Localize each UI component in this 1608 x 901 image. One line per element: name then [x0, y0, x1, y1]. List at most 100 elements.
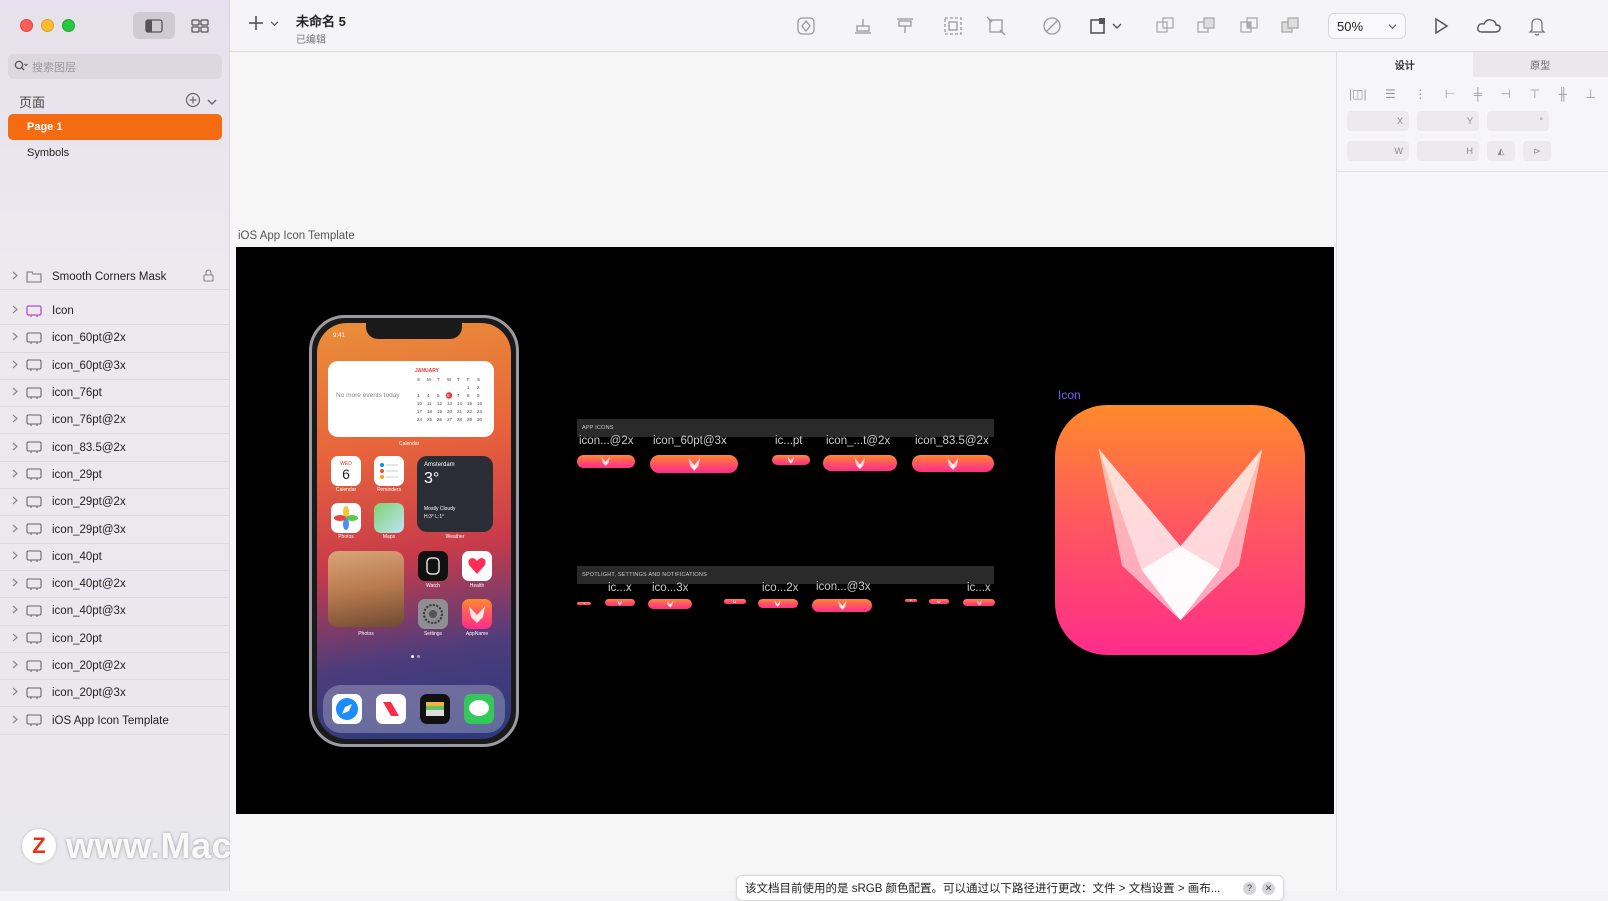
insert-button[interactable] [248, 15, 279, 31]
align-top-icon[interactable]: ⊤ [1530, 87, 1540, 101]
flip-horizontal-icon[interactable]: ◭ [1487, 141, 1515, 161]
zoom-window-button[interactable] [62, 19, 75, 32]
layer-search-input[interactable]: 搜索图层 [8, 54, 222, 79]
layer-row[interactable]: icon_40pt@3x [0, 598, 230, 625]
rotation-field[interactable]: ° [1487, 111, 1549, 131]
app-icon-tile[interactable] [929, 599, 949, 604]
add-page-icon[interactable] [185, 92, 201, 111]
chevron-right-icon[interactable] [12, 414, 24, 426]
zoom-select[interactable]: 50% [1328, 13, 1406, 39]
artboard-title[interactable]: iOS App Icon Template [238, 230, 355, 242]
align-center-icon[interactable]: ╪ [1474, 87, 1483, 101]
app-icon-tile[interactable] [758, 599, 798, 608]
scale-icon[interactable] [942, 15, 964, 37]
boolean-menu-icon[interactable] [1088, 15, 1124, 37]
chevron-right-icon[interactable] [12, 496, 24, 508]
layer-row[interactable]: icon_29pt@3x [0, 516, 230, 543]
chevron-right-icon[interactable] [12, 605, 24, 617]
chevron-right-icon[interactable] [12, 332, 24, 344]
chevron-right-icon[interactable] [12, 660, 24, 672]
align-left-icon[interactable]: ⊢ [1445, 87, 1455, 101]
artboard-ios-app-icon-template[interactable]: 9:41 No more events today JANUARY SMTWTF… [236, 247, 1334, 814]
layer-row[interactable]: icon_83.5@2x [0, 434, 230, 461]
app-icon-tile[interactable] [648, 599, 692, 609]
close-window-button[interactable] [20, 19, 33, 32]
chevron-right-icon[interactable] [12, 469, 24, 481]
align-bottom-icon[interactable] [852, 15, 874, 37]
close-icon[interactable]: ✕ [1262, 882, 1275, 895]
align-top-icon[interactable] [894, 15, 916, 37]
app-icon-tile[interactable] [812, 599, 872, 612]
x-field[interactable]: X [1347, 111, 1409, 131]
tab-prototype[interactable]: 原型 [1473, 52, 1608, 77]
more-icon[interactable]: ⋮ [1414, 87, 1426, 101]
layer-row[interactable]: Smooth Corners Mask [0, 264, 230, 290]
layer-row[interactable]: icon_29pt@2x [0, 489, 230, 516]
align-right-icon[interactable]: ⊣ [1501, 87, 1511, 101]
layer-row[interactable]: icon_40pt@2x [0, 571, 230, 598]
artboard-icon [26, 495, 44, 509]
layer-row[interactable]: icon_20pt@3x [0, 680, 230, 707]
app-icon-tile[interactable] [772, 455, 810, 465]
width-field[interactable]: W [1347, 141, 1409, 161]
distribute-horizontal-icon[interactable]: |◫| [1349, 87, 1367, 101]
bell-icon[interactable] [1526, 15, 1548, 37]
app-icon-tile[interactable] [912, 455, 994, 472]
subtract-icon[interactable] [1195, 15, 1217, 37]
chevron-right-icon[interactable] [12, 387, 24, 399]
app-icon-tile[interactable] [577, 602, 591, 605]
layer-row[interactable]: icon_76pt [0, 380, 230, 407]
app-icon-tile[interactable] [650, 455, 738, 473]
chevron-right-icon[interactable] [12, 687, 24, 699]
sidebar-icon[interactable] [133, 12, 175, 39]
app-icon-tile[interactable] [905, 599, 917, 602]
layer-row[interactable]: icon_29pt [0, 462, 230, 489]
layer-row[interactable]: icon_20pt@2x [0, 653, 230, 680]
chevron-right-icon[interactable] [12, 442, 24, 454]
play-icon[interactable] [1430, 15, 1452, 37]
layer-row[interactable]: icon_76pt@2x [0, 407, 230, 434]
align-middle-icon[interactable]: ╫ [1559, 87, 1568, 101]
app-icon-tile[interactable] [577, 455, 635, 468]
align-bottom-icon[interactable]: ⊥ [1585, 87, 1595, 101]
height-field[interactable]: H [1417, 141, 1479, 161]
app-icon-tile[interactable] [1055, 405, 1305, 655]
app-icon-tile[interactable] [605, 599, 635, 606]
tab-design[interactable]: 设计 [1337, 52, 1473, 77]
layer-row[interactable]: icon_60pt@2x [0, 325, 230, 352]
union-icon[interactable] [1154, 15, 1176, 37]
chevron-right-icon[interactable] [12, 633, 24, 645]
flip-vertical-icon[interactable]: ⊳ [1523, 141, 1551, 161]
grid-view-icon[interactable] [179, 12, 221, 39]
lock-icon[interactable] [203, 269, 214, 285]
layer-row[interactable]: icon_60pt@3x [0, 353, 230, 380]
chevron-right-icon[interactable] [12, 578, 24, 590]
canvas[interactable]: iOS App Icon Template 9:41 No more event… [230, 52, 1336, 891]
page-item-page-1[interactable]: Page 1 [8, 114, 222, 140]
y-field[interactable]: Y [1417, 111, 1479, 131]
page-item-symbols[interactable]: Symbols [8, 140, 222, 166]
layer-row[interactable]: icon_40pt [0, 544, 230, 571]
chevron-right-icon[interactable] [12, 360, 24, 372]
app-icon-tile[interactable] [823, 455, 897, 471]
layer-row[interactable]: iOS App Icon Template [0, 707, 230, 734]
create-symbol-icon[interactable] [795, 15, 817, 37]
distribute-vertical-icon[interactable]: ☰ [1385, 87, 1396, 101]
edit-path-icon[interactable] [1041, 15, 1063, 37]
transform-icon[interactable] [985, 15, 1007, 37]
chevron-right-icon[interactable] [12, 305, 24, 317]
intersect-icon[interactable] [1238, 15, 1260, 37]
chevron-right-icon[interactable] [12, 271, 24, 283]
app-icon-tile[interactable] [724, 599, 746, 604]
cloud-icon[interactable] [1475, 15, 1503, 37]
layer-row[interactable]: icon_20pt [0, 626, 230, 653]
app-icon-tile[interactable] [963, 599, 995, 606]
chevron-right-icon[interactable] [12, 524, 24, 536]
minimize-window-button[interactable] [41, 19, 54, 32]
chevron-right-icon[interactable] [12, 715, 24, 727]
chevron-right-icon[interactable] [12, 551, 24, 563]
difference-icon[interactable] [1279, 15, 1301, 37]
chevron-down-icon[interactable] [207, 94, 217, 109]
layer-row[interactable]: Icon [0, 298, 230, 325]
help-icon[interactable]: ? [1243, 882, 1256, 895]
